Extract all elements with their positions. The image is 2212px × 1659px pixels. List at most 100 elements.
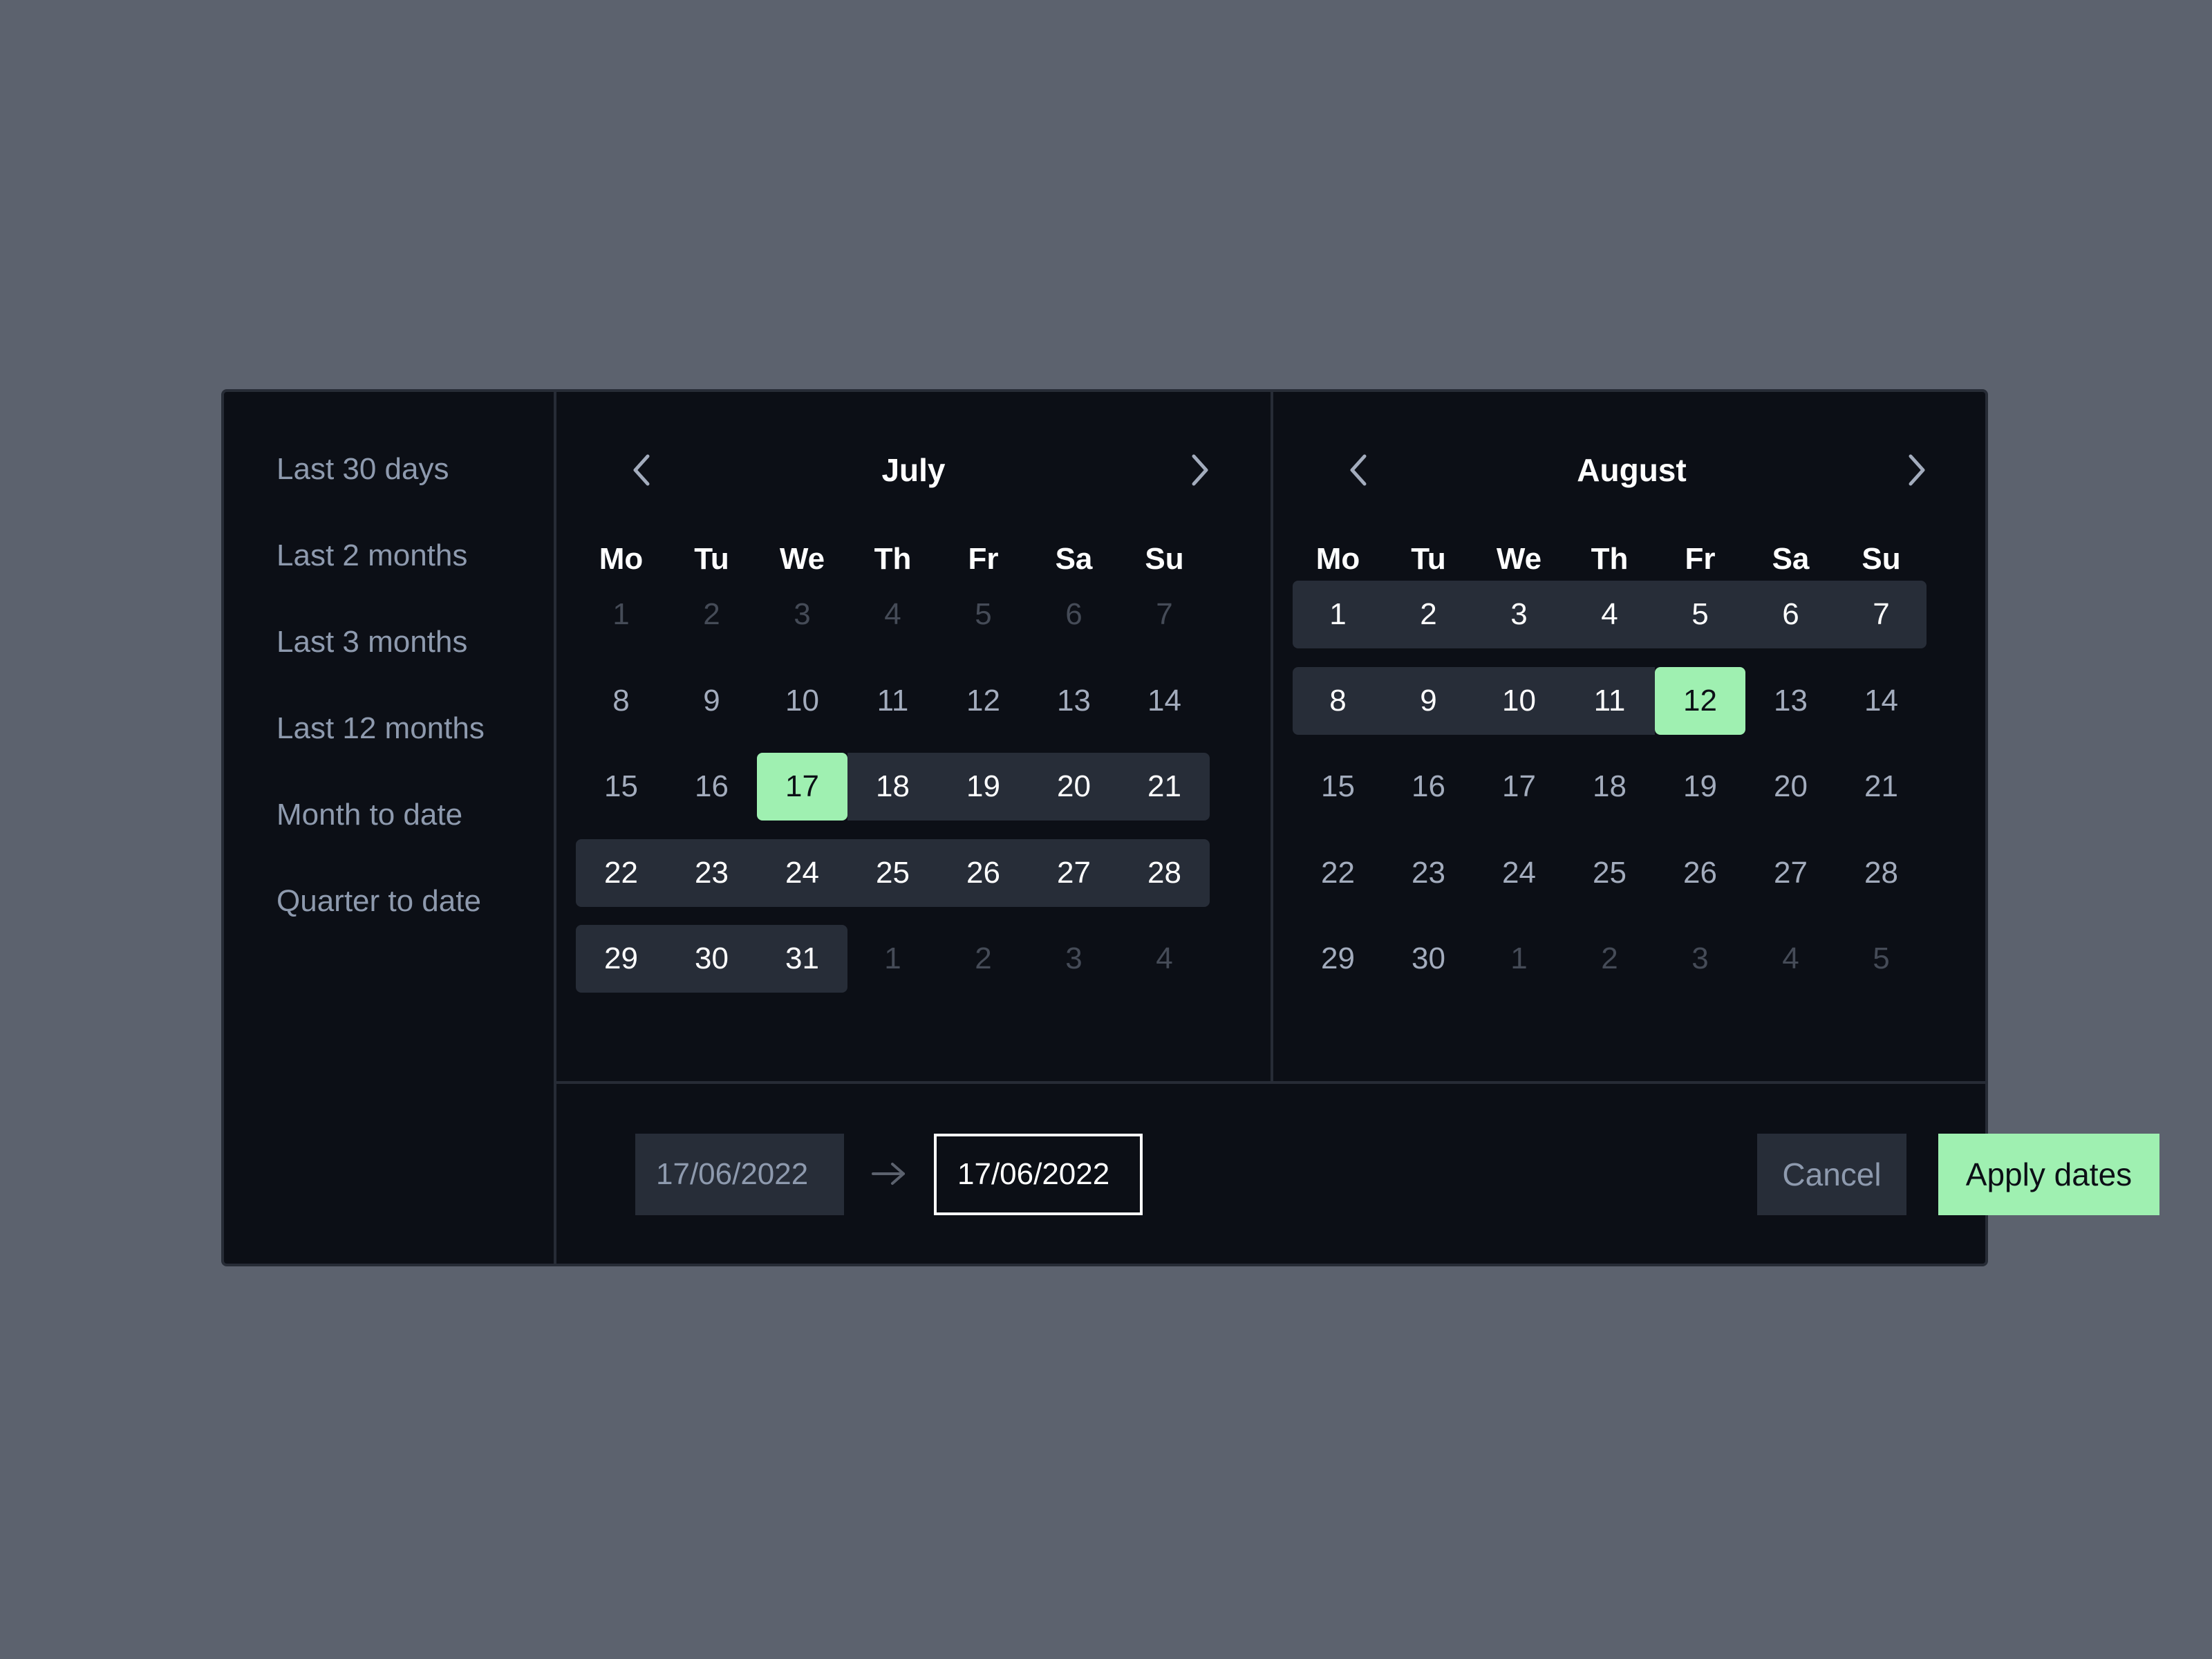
day-cell[interactable]: 18	[1564, 753, 1655, 821]
day-cell[interactable]: 2	[938, 925, 1029, 993]
day-cell[interactable]: 20	[1029, 753, 1119, 821]
day-cell[interactable]: 30	[666, 925, 757, 993]
day-cell[interactable]: 14	[1836, 667, 1927, 735]
day-cell[interactable]: 12	[1655, 666, 1745, 735]
day-cell[interactable]: 24	[1474, 839, 1564, 907]
day-cell[interactable]: 22	[576, 838, 666, 907]
day-cell[interactable]: 2	[1564, 925, 1655, 993]
day-cell[interactable]: 5	[1836, 925, 1927, 993]
day-cell[interactable]: 15	[576, 753, 666, 821]
day-cell[interactable]: 8	[1293, 666, 1383, 735]
apply-dates-button[interactable]: Apply dates	[1938, 1134, 2159, 1215]
day-cell[interactable]: 4	[1745, 925, 1836, 993]
day-cell[interactable]: 7	[1119, 581, 1210, 648]
weekday-header: We	[779, 542, 825, 576]
day-cell[interactable]: 9	[666, 667, 757, 735]
end-date-input[interactable]	[934, 1134, 1143, 1215]
day-cell[interactable]: 18	[847, 753, 938, 821]
day-cell[interactable]: 3	[1655, 925, 1745, 993]
day-cell[interactable]: 1	[576, 581, 666, 648]
start-date-input[interactable]	[635, 1134, 844, 1215]
day-cell[interactable]: 28	[1836, 839, 1927, 907]
day-cell[interactable]: 20	[1745, 753, 1836, 821]
day-cell[interactable]: 17	[757, 753, 847, 821]
day-cell[interactable]: 16	[1383, 753, 1474, 821]
day-cell[interactable]: 21	[1836, 753, 1927, 821]
preset-last-2-months[interactable]: Last 2 months	[276, 541, 467, 571]
day-cell[interactable]: 21	[1119, 753, 1210, 821]
day-cell[interactable]: 11	[847, 667, 938, 735]
day-cell[interactable]: 25	[847, 838, 938, 907]
weekday-header: Fr	[1685, 542, 1716, 576]
day-cell[interactable]: 29	[1293, 925, 1383, 993]
day-cell[interactable]: 6	[1745, 581, 1836, 648]
day-cell[interactable]: 13	[1745, 667, 1836, 735]
weekday-header: Tu	[694, 542, 729, 576]
day-cell[interactable]: 19	[938, 753, 1029, 821]
day-cell[interactable]: 30	[1383, 925, 1474, 993]
day-cell[interactable]: 26	[1655, 839, 1745, 907]
day-cell[interactable]: 9	[1383, 666, 1474, 735]
weekday-header: Mo	[1315, 542, 1360, 576]
month-july: July Mo Tu We Th Fr Sa Su 1 2 3 4 5 6 7 8 9 10 11 12 13 14 15…	[556, 392, 1273, 1081]
day-cell[interactable]: 17	[1474, 753, 1564, 821]
day-cell[interactable]: 10	[1474, 666, 1564, 735]
preset-last-30-days[interactable]: Last 30 days	[276, 454, 449, 485]
day-cell[interactable]: 28	[1119, 838, 1210, 907]
month-august: August Mo Tu We Th Fr Sa Su 1 2 3 4 5 6 7 8 9 10 11 12 13 14…	[1273, 392, 1990, 1081]
day-cell[interactable]: 23	[666, 838, 757, 907]
day-cell[interactable]: 2	[1383, 581, 1474, 648]
day-cell[interactable]: 19	[1655, 753, 1745, 821]
preset-month-to-date[interactable]: Month to date	[276, 800, 462, 830]
weekday-header: Mo	[599, 542, 644, 576]
day-cell[interactable]: 1	[847, 925, 938, 993]
day-cell[interactable]: 13	[1029, 667, 1119, 735]
day-cell[interactable]: 22	[1293, 839, 1383, 907]
cancel-button[interactable]: Cancel	[1757, 1134, 1906, 1215]
day-cell[interactable]: 31	[757, 925, 847, 993]
arrow-right-icon	[872, 1163, 905, 1185]
weekday-header: Su	[1862, 542, 1901, 576]
day-cell[interactable]: 1	[1474, 925, 1564, 993]
calendar-area: July Mo Tu We Th Fr Sa Su 1 2 3 4 5 6 7 8 9 10 11 12 13 14 15…	[556, 392, 1985, 1084]
day-cell[interactable]: 16	[666, 753, 757, 821]
preset-last-12-months[interactable]: Last 12 months	[276, 713, 485, 744]
day-cell[interactable]: 1	[1293, 581, 1383, 648]
weekday-header: We	[1496, 542, 1542, 576]
day-cell[interactable]: 4	[847, 581, 938, 648]
weekday-header: Sa	[1772, 542, 1810, 576]
month-title: August	[1577, 452, 1687, 488]
day-cell[interactable]: 7	[1836, 581, 1927, 648]
chevron-right-icon[interactable]	[1894, 446, 1938, 494]
day-cell[interactable]: 5	[1655, 581, 1745, 648]
day-cell[interactable]: 5	[938, 581, 1029, 648]
day-cell[interactable]: 27	[1029, 838, 1119, 907]
day-cell[interactable]: 3	[1474, 581, 1564, 648]
day-cell[interactable]: 24	[757, 838, 847, 907]
day-cell[interactable]: 14	[1119, 667, 1210, 735]
preset-quarter-to-date[interactable]: Quarter to date	[276, 886, 481, 917]
weekday-header: Su	[1145, 542, 1184, 576]
picker-footer: Cancel Apply dates	[556, 1078, 2159, 1264]
day-cell[interactable]: 29	[576, 925, 666, 993]
day-cell[interactable]: 23	[1383, 839, 1474, 907]
day-cell[interactable]: 4	[1564, 581, 1655, 648]
date-range-picker: Last 30 days Last 2 months Last 3 months…	[221, 389, 2159, 1266]
day-cell[interactable]: 15	[1293, 753, 1383, 821]
day-cell[interactable]: 2	[666, 581, 757, 648]
day-cell[interactable]: 11	[1564, 666, 1655, 735]
day-cell[interactable]: 3	[757, 581, 847, 648]
day-cell[interactable]: 25	[1564, 839, 1655, 907]
weekday-header: Th	[874, 542, 912, 576]
weekday-header: Tu	[1411, 542, 1446, 576]
day-cell[interactable]: 10	[757, 667, 847, 735]
day-cell[interactable]: 8	[576, 667, 666, 735]
day-cell[interactable]: 3	[1029, 925, 1119, 993]
day-cell[interactable]: 12	[938, 667, 1029, 735]
day-cell[interactable]: 4	[1119, 925, 1210, 993]
day-cell[interactable]: 6	[1029, 581, 1119, 648]
day-cell[interactable]: 27	[1745, 839, 1836, 907]
day-cell[interactable]: 26	[938, 838, 1029, 907]
preset-last-3-months[interactable]: Last 3 months	[276, 627, 467, 657]
chevron-right-icon[interactable]	[1177, 446, 1221, 494]
